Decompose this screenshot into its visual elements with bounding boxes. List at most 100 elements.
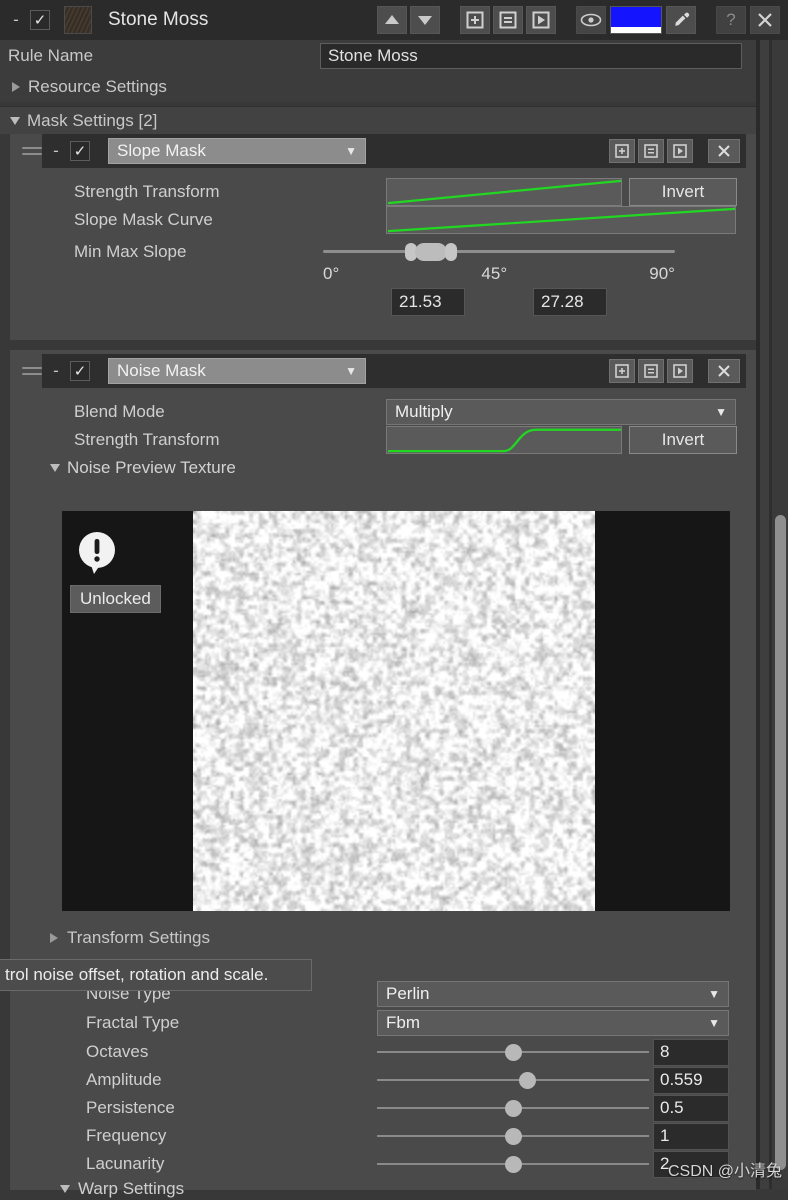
- rule-thumbnail: [64, 6, 92, 34]
- noise-mask-type-dropdown[interactable]: Noise Mask ▼: [108, 358, 366, 384]
- rule-name-input[interactable]: Stone Moss: [320, 43, 742, 69]
- rule-title: Stone Moss: [108, 9, 209, 30]
- slider-handle[interactable]: [505, 1156, 522, 1173]
- fractal-type-dropdown[interactable]: Fbm ▼: [377, 1010, 729, 1036]
- warning-bubble-icon: [74, 529, 124, 579]
- chevron-down-icon: [60, 1185, 70, 1193]
- chevron-right-icon: [12, 82, 20, 92]
- color-swatch[interactable]: [610, 6, 662, 34]
- blend-mode-dropdown[interactable]: Multiply ▼: [386, 399, 736, 425]
- add-icon[interactable]: [609, 359, 635, 383]
- noise-param-row: Amplitude 0.559: [0, 1066, 756, 1094]
- arrow-down-icon[interactable]: [410, 6, 440, 34]
- noise-param-label: Octaves: [86, 1042, 149, 1061]
- close-icon[interactable]: [750, 6, 780, 34]
- duplicate-icon[interactable]: [638, 139, 664, 163]
- remove-mask-button[interactable]: [708, 139, 740, 163]
- slope-mask-collapse[interactable]: -: [48, 141, 64, 161]
- noise-strength-invert-button[interactable]: Invert: [629, 426, 737, 454]
- eyedropper-icon[interactable]: [666, 6, 696, 34]
- titlebar-actions: ?: [377, 6, 780, 34]
- noise-type-dropdown[interactable]: Perlin ▼: [377, 981, 729, 1007]
- min-max-slope-row: Min Max Slope 0° 45° 90° 21.53 27.28: [10, 234, 756, 316]
- noise-mask-enabled-checkbox[interactable]: ✓: [70, 361, 90, 381]
- noise-preview-texture[interactable]: Unlocked: [62, 511, 730, 911]
- noise-param-row: Octaves 8: [0, 1038, 756, 1066]
- color-swatch-alpha: [611, 27, 661, 33]
- noise-param-label: Persistence: [86, 1098, 175, 1117]
- slider-handle[interactable]: [505, 1044, 522, 1061]
- noise-param-value[interactable]: 8: [653, 1038, 729, 1066]
- noise-strength-transform-row: Strength Transform Invert: [10, 426, 756, 454]
- slope-mask-enabled-checkbox[interactable]: ✓: [70, 141, 90, 161]
- min-slope-field[interactable]: 21.53: [391, 288, 465, 316]
- slope-strength-transform-row: Strength Transform Invert: [10, 178, 756, 206]
- chevron-down-icon: ▼: [345, 364, 357, 378]
- slope-mask-curve[interactable]: [386, 206, 736, 234]
- max-slope-field[interactable]: 27.28: [533, 288, 607, 316]
- slider-handle[interactable]: [505, 1100, 522, 1117]
- slope-strength-invert-button[interactable]: Invert: [629, 178, 737, 206]
- noise-mask-collapse[interactable]: -: [48, 361, 64, 381]
- play-icon[interactable]: [667, 139, 693, 163]
- tick-45: 45°: [481, 264, 508, 283]
- add-icon[interactable]: [460, 6, 490, 34]
- chevron-down-icon: ▼: [345, 144, 357, 158]
- slider-handle[interactable]: [505, 1128, 522, 1145]
- play-icon[interactable]: [667, 359, 693, 383]
- noise-param-row: Persistence 0.5: [0, 1094, 756, 1122]
- arrow-up-icon[interactable]: [377, 6, 407, 34]
- slider-track[interactable]: [377, 1079, 649, 1081]
- slope-strength-transform-curve[interactable]: [386, 178, 622, 206]
- chevron-down-icon: [50, 464, 60, 472]
- slope-mask-header: - ✓ Slope Mask ▼: [42, 134, 746, 168]
- noise-param-label: Lacunarity: [86, 1154, 165, 1173]
- noise-texture-image: [193, 511, 595, 911]
- rule-enabled-checkbox[interactable]: ✓: [30, 10, 50, 30]
- noise-mask-actions: [609, 359, 740, 383]
- collapse-toggle[interactable]: -: [8, 10, 24, 30]
- tooltip: trol noise offset, rotation and scale.: [0, 959, 312, 991]
- chevron-down-icon: ▼: [715, 405, 727, 419]
- noise-param-label: Frequency: [86, 1126, 167, 1145]
- noise-mask-header: - ✓ Noise Mask ▼: [42, 354, 746, 388]
- add-icon[interactable]: [609, 139, 635, 163]
- slope-mask-type-value: Slope Mask: [117, 141, 206, 160]
- tick-0: 0°: [323, 264, 340, 283]
- foldout-noise-preview-texture[interactable]: Noise Preview Texture: [10, 454, 756, 482]
- foldout-transform-settings[interactable]: Transform Settings: [0, 924, 756, 952]
- help-icon[interactable]: ?: [716, 6, 746, 34]
- noise-param-value[interactable]: 0.559: [653, 1066, 729, 1094]
- drag-handle[interactable]: [22, 354, 42, 388]
- blend-mode-value: Multiply: [395, 402, 453, 421]
- play-icon[interactable]: [526, 6, 556, 34]
- slider-range-bar[interactable]: [415, 243, 447, 261]
- noise-param-row: Frequency 1: [0, 1122, 756, 1150]
- transform-settings-label: Transform Settings: [67, 928, 210, 947]
- slope-mask-curve-label: Slope Mask Curve: [74, 210, 213, 229]
- foldout-resource-settings[interactable]: Resource Settings: [0, 72, 756, 102]
- slider-handle[interactable]: [518, 1072, 536, 1089]
- remove-mask-button[interactable]: [708, 359, 740, 383]
- noise-strength-transform-curve[interactable]: [386, 426, 622, 454]
- watermark: CSDN @小清兔: [667, 1163, 782, 1180]
- duplicate-icon[interactable]: [638, 359, 664, 383]
- noise-param-value[interactable]: 1: [653, 1122, 729, 1150]
- rule-name-row: Rule Name Stone Moss: [0, 40, 756, 72]
- fractal-type-row: Fractal Type Fbm ▼: [0, 1009, 756, 1037]
- eye-icon[interactable]: [576, 6, 606, 34]
- blend-mode-row: Blend Mode Multiply ▼: [10, 398, 756, 426]
- slope-mask-type-dropdown[interactable]: Slope Mask ▼: [108, 138, 366, 164]
- scrollbar-thumb[interactable]: [775, 515, 786, 1170]
- foldout-mask-settings[interactable]: Mask Settings [2]: [0, 106, 756, 134]
- drag-handle[interactable]: [22, 134, 42, 168]
- fractal-type-label: Fractal Type: [86, 1013, 180, 1032]
- rule-titlebar: - ✓ Stone Moss ?: [0, 0, 788, 40]
- min-max-slope-slider[interactable]: 0° 45° 90° 21.53 27.28: [323, 238, 675, 316]
- noise-param-row: Lacunarity 2: [0, 1150, 756, 1178]
- foldout-warp-settings[interactable]: Warp Settings: [0, 1178, 756, 1200]
- duplicate-icon[interactable]: [493, 6, 523, 34]
- slider-max-handle[interactable]: [445, 243, 457, 261]
- noise-param-value[interactable]: 0.5: [653, 1094, 729, 1122]
- rule-name-label: Rule Name: [8, 46, 94, 65]
